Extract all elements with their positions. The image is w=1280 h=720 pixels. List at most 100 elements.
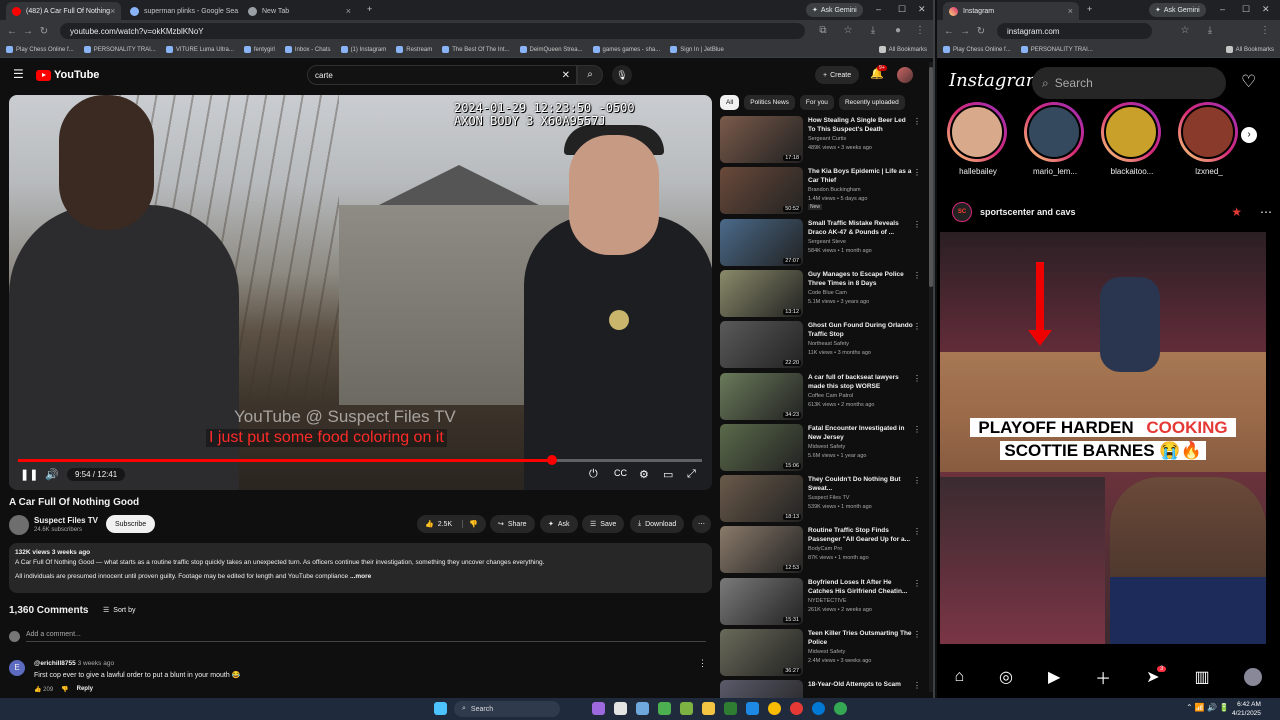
chip-recently-uploaded[interactable]: Recently uploaded <box>838 95 905 110</box>
video-thumbnail[interactable]: 22:20 <box>720 321 803 369</box>
video-thumbnail[interactable]: 15:06 <box>720 423 803 471</box>
recommendation-menu-icon[interactable]: ⋮ <box>913 374 921 383</box>
close-window-icon[interactable]: ✕ <box>918 4 926 15</box>
tab-google-search[interactable]: superman plinks - Google Sea × <box>124 2 239 20</box>
thumbs-down-icon[interactable]: 👎 <box>462 520 478 528</box>
recommendation-item[interactable]: 22:20 Ghost Gun Found During Orlando Traf… <box>720 321 925 369</box>
subscribe-button[interactable]: Subscribe <box>106 515 156 533</box>
start-windows-icon[interactable] <box>434 702 447 715</box>
search-input[interactable]: carte ✕ <box>307 65 577 85</box>
bookmark-item[interactable]: VITURE Luma Ultra... <box>165 46 234 53</box>
description-box[interactable]: 132K views 3 weeks ago A Car Full Of Not… <box>9 543 712 593</box>
settings-gear-icon[interactable]: ⚙ <box>639 468 649 481</box>
clock[interactable]: 6:42 AM 4/21/2025 <box>1232 700 1261 718</box>
recommendation-title[interactable]: Fatal Encounter Investigated in New Jers… <box>808 424 913 442</box>
app-icon[interactable] <box>658 702 671 715</box>
recommendation-channel[interactable]: Suspect Files TV <box>808 495 849 501</box>
video-thumbnail[interactable]: 12:53 <box>720 526 803 574</box>
post-author[interactable]: sportscenter and cavs <box>980 207 1076 217</box>
story-item[interactable]: mario_lem... <box>1024 102 1086 176</box>
chip-politics-news[interactable]: Politics News <box>744 95 795 110</box>
back-icon[interactable]: ← <box>4 26 20 37</box>
tab-youtube-video[interactable]: (482) A Car Full Of Nothing × <box>6 2 121 20</box>
ask-button[interactable]: ✦ Ask <box>540 515 578 533</box>
progress-scrubber[interactable] <box>546 455 557 465</box>
download-icon[interactable]: ⤓ <box>1202 25 1218 36</box>
video-thumbnail[interactable]: 36:27 <box>720 629 803 676</box>
recommendation-channel[interactable]: Sergeant Curtis <box>808 136 846 142</box>
captions-icon[interactable]: CC <box>614 468 627 478</box>
recommendation-title[interactable]: The Kia Boys Epidemic | Life as a Car Th… <box>808 167 913 185</box>
story-item[interactable]: lzxned_ <box>1178 102 1240 176</box>
recommendation-channel[interactable]: NYDETECTIVE <box>808 598 847 604</box>
settings-app-icon[interactable] <box>636 702 649 715</box>
search-button[interactable]: ⌕ <box>577 65 603 85</box>
comment-dislike-icon[interactable]: 👎 <box>61 686 68 693</box>
chrome-icon[interactable] <box>768 702 781 715</box>
new-tab-icon[interactable]: + <box>1087 4 1092 14</box>
account-avatar[interactable] <box>897 67 913 83</box>
recommendation-item[interactable]: 13:12 Guy Manages to Escape Police Three … <box>720 269 925 318</box>
volume-icon[interactable]: 🔊 <box>45 468 59 481</box>
app-icon[interactable] <box>680 702 693 715</box>
recommendation-menu-icon[interactable]: ⋮ <box>913 271 921 280</box>
new-tab-icon[interactable]: + <box>367 4 372 14</box>
recommendation-menu-icon[interactable]: ⋮ <box>913 579 921 588</box>
recommendation-channel[interactable]: Brandon Buckingham <box>808 187 861 193</box>
recommendation-menu-icon[interactable]: ⋮ <box>913 117 921 126</box>
app-icon[interactable] <box>724 702 737 715</box>
recommendation-item[interactable]: 34:23 A car full of backseat lawyers made… <box>720 372 925 421</box>
comment-like-button[interactable]: 👍 209 <box>34 686 53 693</box>
recommendation-channel[interactable]: Midwest Safety <box>808 649 845 655</box>
system-tray-icons[interactable]: ⌃ 📶 🔊 🔋 <box>1186 703 1229 712</box>
share-button[interactable]: ↪ Share <box>490 515 535 533</box>
bookmark-item[interactable]: games games - sha... <box>592 46 660 53</box>
video-thumbnail[interactable]: 15:31 <box>720 577 803 625</box>
tab-instagram[interactable]: Instagram × <box>943 2 1079 20</box>
recommendation-menu-icon[interactable]: ⋮ <box>913 681 921 690</box>
bookmark-item[interactable]: DeimQueen Strea... <box>519 46 583 53</box>
home-icon[interactable]: ⌂ <box>954 668 964 686</box>
recommendation-item[interactable]: 36:27 Teen Killer Tries Outsmarting The P… <box>720 629 925 677</box>
video-thumbnail[interactable]: 50:52 <box>720 167 803 215</box>
recommendation-title[interactable]: Ghost Gun Found During Orlando Traffic S… <box>808 321 913 339</box>
post-image[interactable]: PLAYOFF HARDEN COOKING SCOTTIE BARNES 😭🔥 <box>940 232 1266 644</box>
add-comment-field[interactable]: Add a comment... <box>26 631 706 642</box>
maximize-icon[interactable]: ☐ <box>1242 4 1250 15</box>
recommendation-item[interactable]: 15:06 Fatal Encounter Investigated in New… <box>720 423 925 472</box>
recommendation-menu-icon[interactable]: ⋮ <box>913 476 921 485</box>
video-thumbnail[interactable]: 17:18 <box>720 116 803 163</box>
app-icon[interactable] <box>592 702 605 715</box>
tab-new-tab[interactable]: New Tab × <box>242 2 357 20</box>
recommendation-title[interactable]: Guy Manages to Escape Police Three Times… <box>808 270 913 288</box>
bookmark-star-icon[interactable]: ☆ <box>1177 25 1193 36</box>
minimize-icon[interactable]: – <box>1220 4 1225 14</box>
download-icon[interactable]: ⤓ <box>865 25 881 36</box>
bookmark-star-icon[interactable]: ☆ <box>840 25 856 36</box>
recommendation-menu-icon[interactable]: ⋮ <box>913 527 921 536</box>
bookmark-item[interactable]: PERSONALITY TRAI... <box>83 46 156 53</box>
commenter-avatar[interactable]: E <box>9 660 25 676</box>
recommendation-title[interactable]: Teen Killer Tries Outsmarting The Police <box>808 629 913 647</box>
app-icon[interactable] <box>790 702 803 715</box>
bookmark-item[interactable]: fentygirl <box>243 46 275 53</box>
ask-gemini-button[interactable]: ✦ Ask Gemini <box>1149 3 1206 17</box>
recommendation-channel[interactable]: Coffee Cam Patrol <box>808 393 853 399</box>
menu-dots-icon[interactable]: ⋮ <box>1257 25 1273 36</box>
recommendation-title[interactable]: A car full of backseat lawyers made this… <box>808 373 913 391</box>
extensions-icon[interactable]: ⧉ <box>815 25 831 36</box>
reels-icon[interactable]: ▶ <box>1048 667 1060 687</box>
comment-menu-icon[interactable]: ⋮ <box>698 658 707 669</box>
voice-search-button[interactable]: 🎙 <box>612 65 632 85</box>
close-tab-icon[interactable]: × <box>1068 6 1073 16</box>
forward-icon[interactable]: → <box>957 26 973 37</box>
file-explorer-icon[interactable] <box>702 702 715 715</box>
bookmark-item[interactable]: Play Chess Online f... <box>943 46 1011 53</box>
save-button[interactable]: ☰ Save <box>582 515 625 533</box>
profile-icon[interactable]: ● <box>890 25 906 36</box>
recommendation-title[interactable]: Small Traffic Mistake Reveals Draco AK-4… <box>808 219 913 237</box>
video-thumbnail[interactable]: 34:23 <box>720 372 803 420</box>
post-menu-icon[interactable]: ⋯ <box>1260 205 1272 219</box>
create-button[interactable]: + Create <box>815 66 860 84</box>
explore-icon[interactable]: ◎ <box>999 667 1013 687</box>
